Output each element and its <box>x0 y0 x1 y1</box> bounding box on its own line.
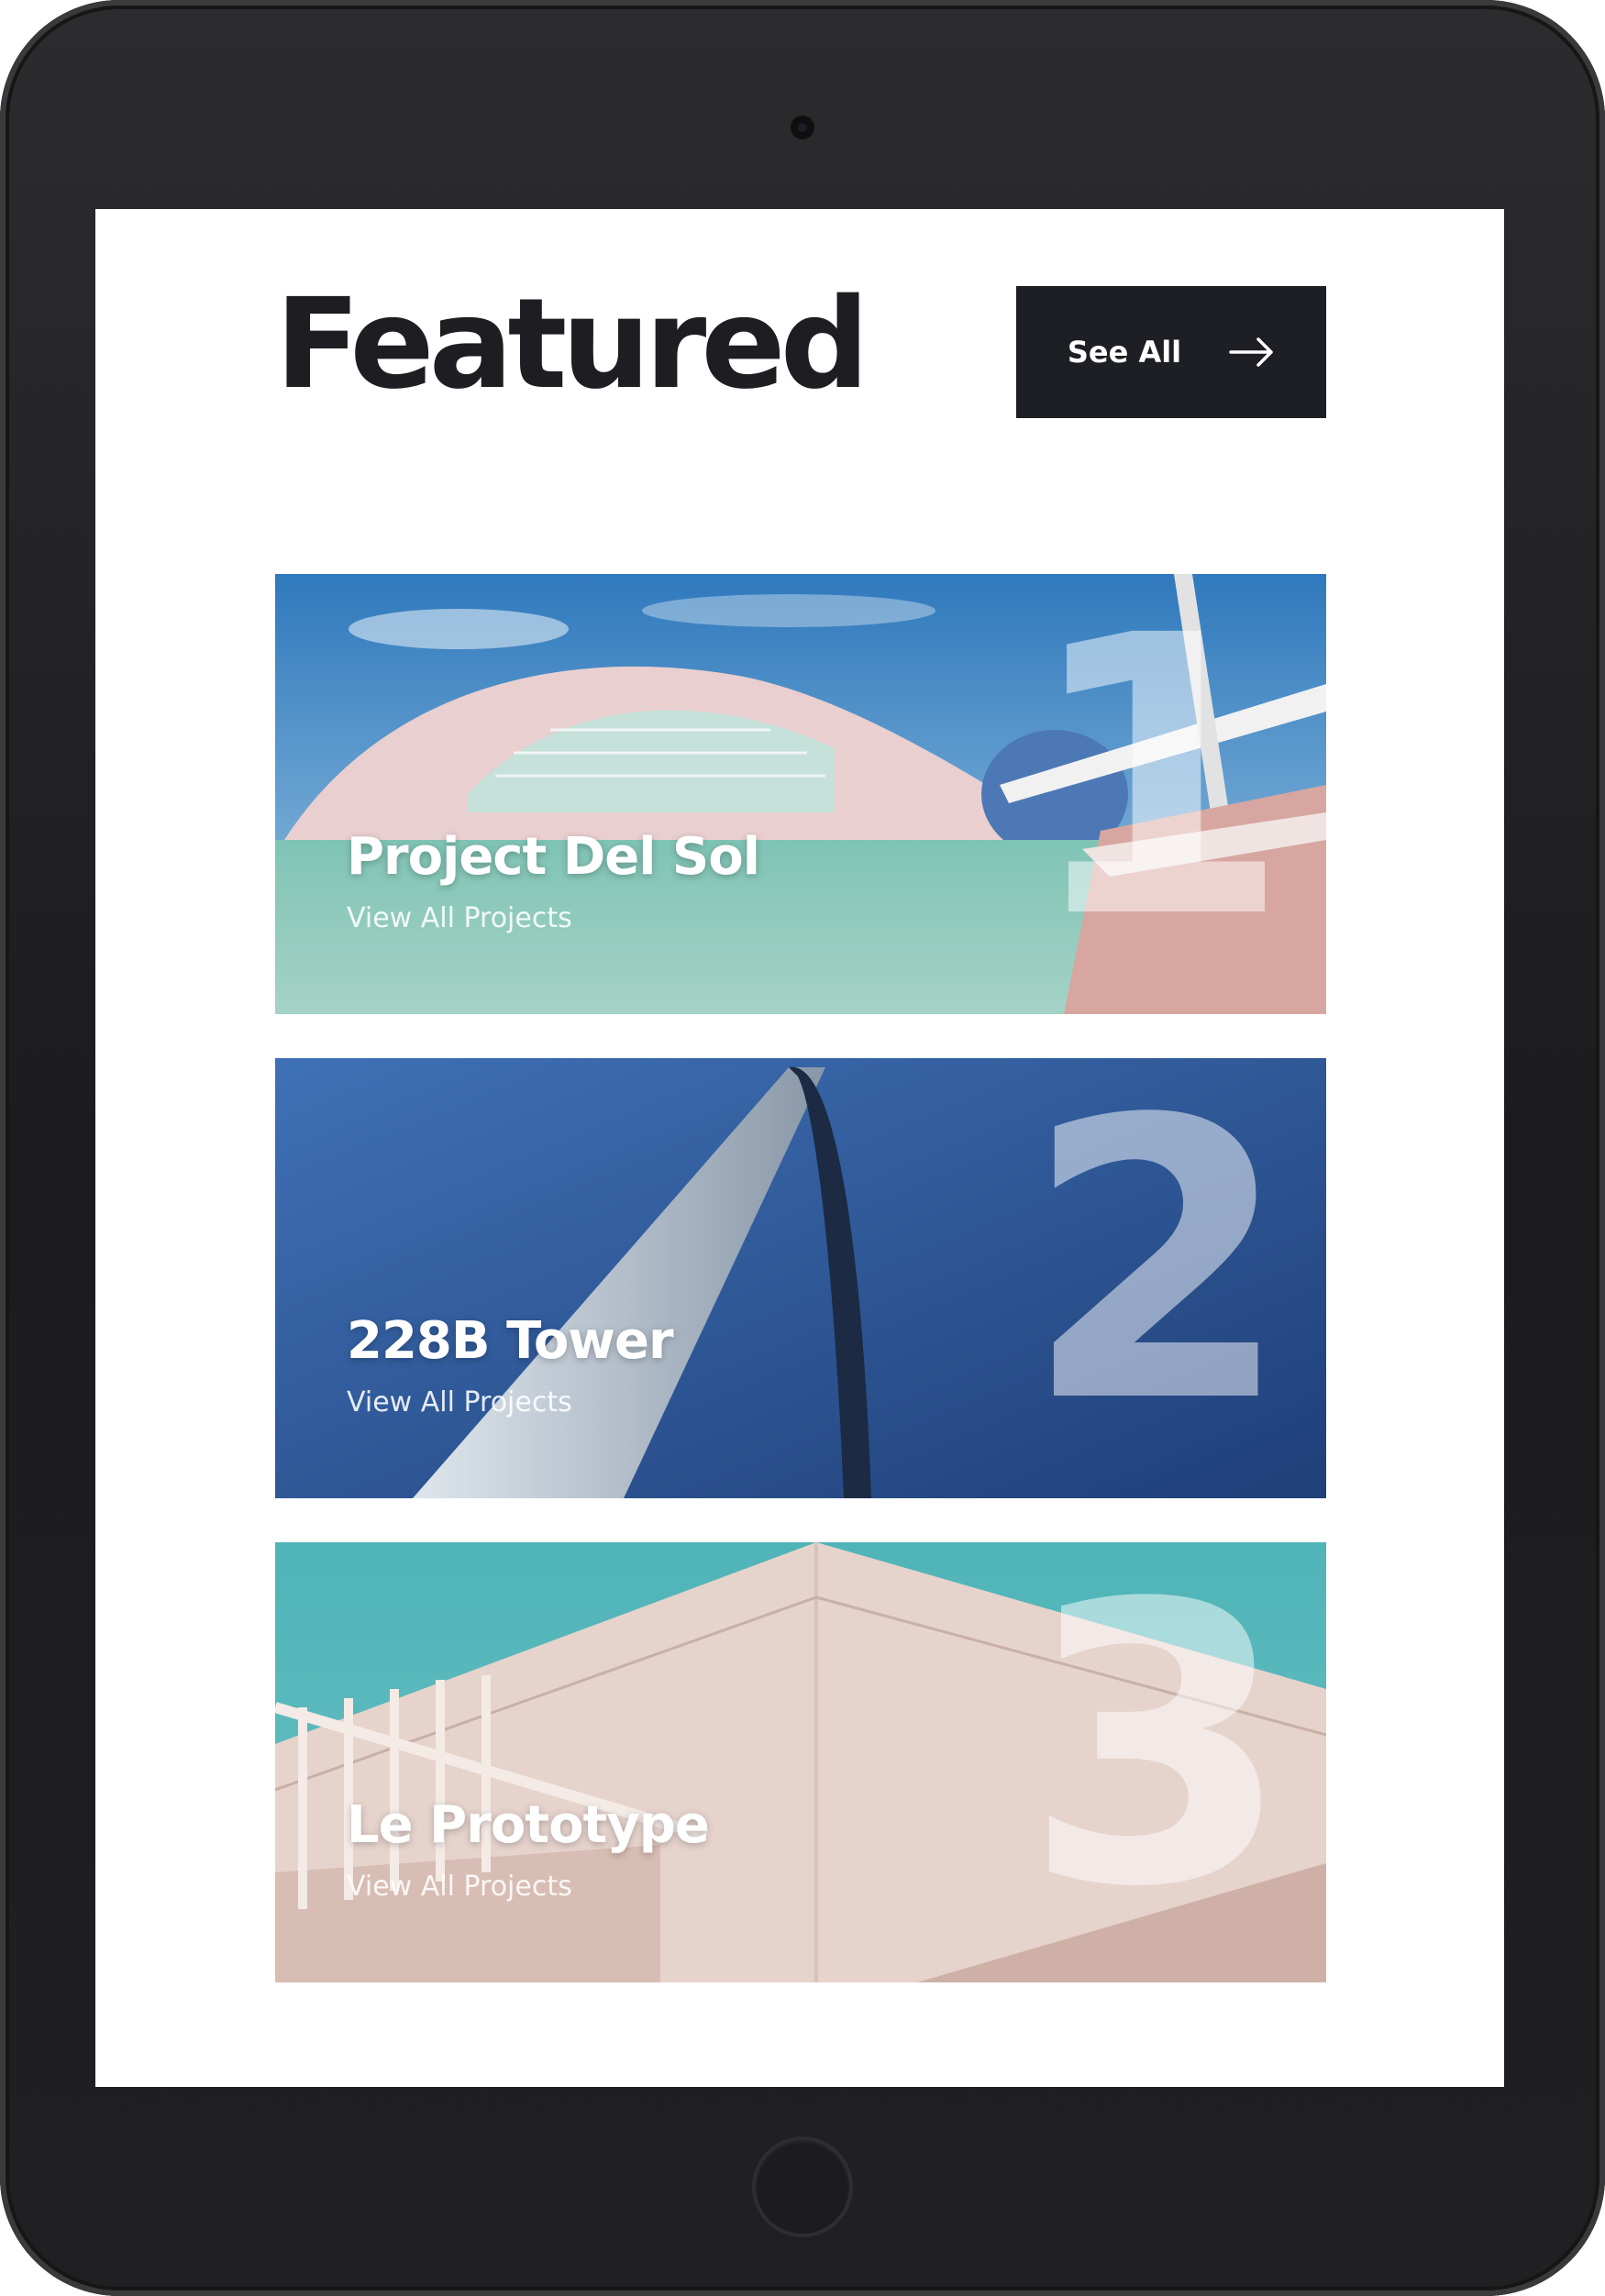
view-all-projects-link-2[interactable]: View All Projects <box>347 1386 572 1418</box>
project-title-3: Le Prototype <box>347 1795 710 1855</box>
project-card-2[interactable]: 2 228B Tower View All Projects <box>275 1058 1326 1498</box>
project-card-1[interactable]: 1 Project Del Sol View All Projects <box>275 574 1326 1014</box>
project-card-3[interactable]: 3 Le Prototype View All Projects <box>275 1542 1326 1982</box>
page-title: Featured <box>275 272 869 417</box>
project-title-1: Project Del Sol <box>347 827 760 887</box>
see-all-label: See All <box>1067 335 1182 370</box>
view-all-projects-link-1[interactable]: View All Projects <box>347 902 572 934</box>
view-all-projects-link-3[interactable]: View All Projects <box>347 1871 572 1903</box>
home-button[interactable] <box>752 2136 853 2237</box>
project-number-2: 2 <box>1023 1058 1291 1487</box>
project-number-3: 3 <box>1023 1542 1291 1971</box>
tablet-frame: Featured See All 1 Project Del Sol View … <box>0 0 1605 2296</box>
camera-icon <box>791 116 814 139</box>
project-number-1: 1 <box>1023 574 1291 1003</box>
arrow-right-icon <box>1229 337 1273 367</box>
screen: Featured See All 1 Project Del Sol View … <box>95 209 1504 2087</box>
project-title-2: 228B Tower <box>347 1311 674 1371</box>
see-all-button[interactable]: See All <box>1016 286 1326 418</box>
